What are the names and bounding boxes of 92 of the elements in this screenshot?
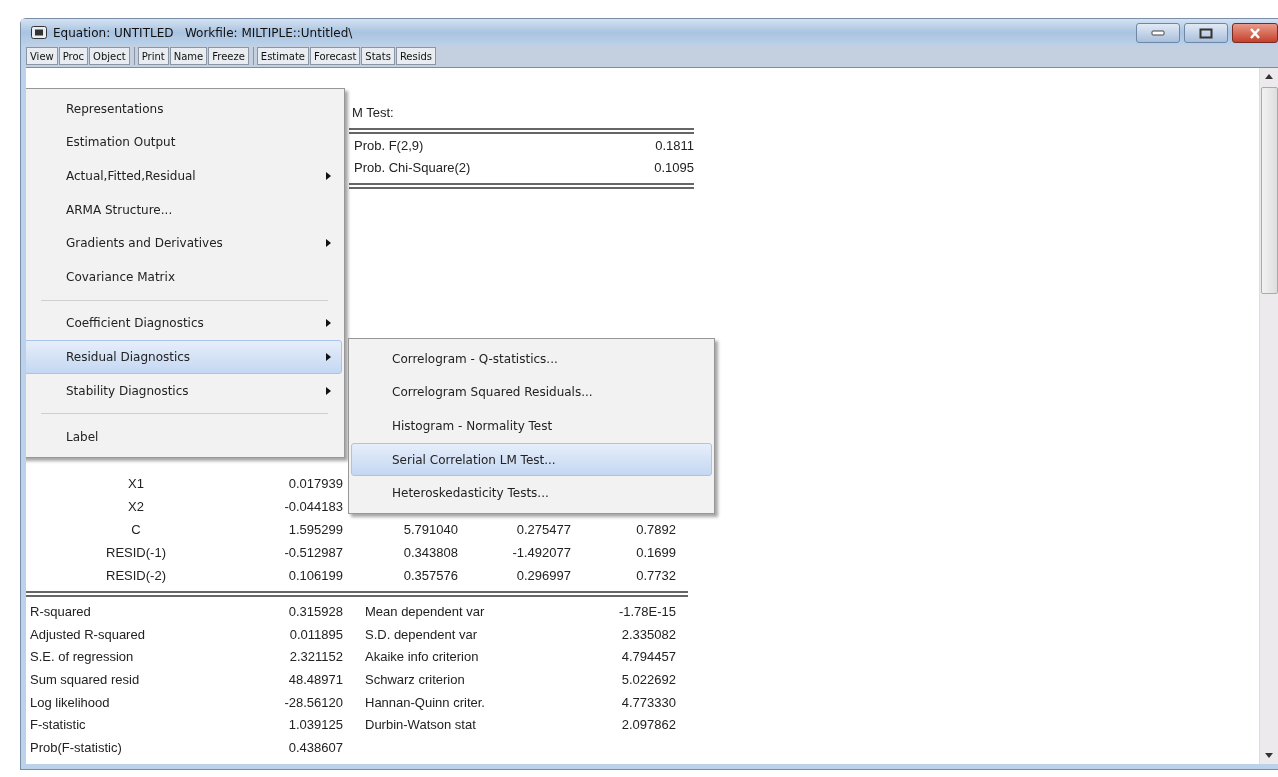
menu-item[interactable]: Gradients and Derivatives [26,226,342,260]
toolbar-button[interactable]: Forecast [310,47,361,65]
table-cell-text: 0.315928 [287,603,343,619]
menu-item[interactable]: Stability Diagnostics [26,373,342,408]
table-cell-text: 2.097862 [620,717,676,733]
table-cell-text: X2 [127,499,145,514]
menu-item[interactable]: Serial Correlation LM Test... [351,442,712,477]
scrollbar-thumb[interactable] [1260,87,1278,294]
table-cell-text: RESID(-1) [105,545,167,560]
output-text: M Test: [352,105,395,122]
table-cell-text: -0.512987 [283,545,343,560]
minimize-button[interactable] [1136,23,1180,43]
table-cell-text: Prob(F-statistic) [29,739,123,755]
table-cell-text: Adjusted R-squared [29,626,146,642]
table-cell: Prob. F(2,9) [354,137,424,153]
table-cell: Prob. Chi-Square(2) [354,159,471,175]
close-button[interactable] [1232,23,1278,43]
table-cell-text: Durbin-Watson stat [364,717,477,733]
toolbar-button[interactable]: Name [169,47,208,65]
vertical-scrollbar[interactable] [1259,68,1278,764]
maximize-icon [1199,27,1213,39]
table-cell: 0.1095 [654,159,694,175]
table-cell-text: 0.011895 [288,626,343,642]
table-cell-text: -28.56120 [283,694,343,710]
submenu-arrow-icon [326,172,331,180]
menu-item[interactable]: Label [26,420,342,454]
toolbar-button[interactable]: Stats [361,47,395,65]
table-cell-text: 0.1699 [635,545,676,560]
table-cell-text: 0.296997 [515,568,571,583]
window-icon [31,26,47,39]
table-cell-text: 5.791040 [402,522,458,537]
table-cell-text: 0.343808 [402,545,458,560]
table-cell-text: 48.48971 [287,671,343,687]
table-cell-text: 0.275477 [515,522,571,537]
table-cell-text: 5.022692 [620,671,676,687]
table-cell-text: R-squared [29,603,92,619]
table-cell-text: 0.7892 [635,522,676,537]
toolbar-button[interactable]: Freeze [208,47,249,65]
menu-item[interactable]: Heteroskedasticity Tests... [351,476,712,510]
menu-item[interactable]: ARMA Structure... [26,192,342,227]
table-cell-text: F-statistic [29,717,87,733]
scroll-down-icon[interactable] [1265,753,1273,758]
table-cell-text: 0.7732 [635,568,676,583]
menu-item[interactable]: Covariance Matrix [26,259,342,294]
menu-item[interactable]: Actual,Fitted,Residual [26,159,342,193]
table-cell: 0.1811 [655,137,694,153]
menu-item[interactable]: Correlogram - Q-statistics... [351,342,712,376]
toolbar-button[interactable]: View [26,47,58,65]
table-cell-text: 2.321152 [288,649,343,665]
table-cell-text: 1.039125 [287,717,343,733]
table-cell-text: S.E. of regression [29,649,135,665]
table-cell-text: S.D. dependent var [364,626,479,642]
table-cell-text: 0.438607 [287,739,343,755]
toolbar-button[interactable]: Print [137,47,169,65]
table-cell-text: 4.794457 [620,649,676,665]
table-cell-text: -1.492077 [511,545,571,560]
submenu-arrow-icon [326,319,331,328]
scroll-up-icon[interactable] [1265,74,1273,79]
table-cell-text: 4.773330 [620,694,676,710]
table-cell-text: X1 [127,476,145,491]
table-cell-text: -0.044183 [283,499,343,514]
maximize-button[interactable] [1184,23,1228,43]
window-title: Equation: UNTITLED Workfile: MILTIPLE::Untitled\ [53,25,353,40]
table-cell-text: 0.017939 [287,476,343,491]
minimize-icon [1151,30,1165,36]
menu-item[interactable]: Representations [26,92,342,126]
menu-item[interactable]: Histogram - Normality Test [351,409,712,443]
toolbar-button[interactable]: Resids [395,47,437,65]
table-cell-text: RESID(-2) [105,568,167,583]
menu-item[interactable]: Estimation Output [26,125,342,160]
submenu-arrow-icon [326,239,331,248]
table-cell-text: 0.106199 [287,568,343,583]
table-cell-text: Log likelihood [29,694,111,710]
toolbar-button[interactable]: Object [89,47,130,65]
table-cell-text: -1.78E-15 [617,603,676,619]
table-cell-text: Akaike info criterion [364,649,480,665]
table-cell-text: Sum squared resid [29,671,141,687]
toolbar-button[interactable]: Proc [58,47,89,65]
menu-item[interactable]: Residual Diagnostics [26,340,342,374]
table-cell-text: Schwarz criterion [364,671,466,687]
table-cell-text: Mean dependent var [364,603,486,619]
submenu-arrow-icon [326,352,331,361]
table-cell-text: Hannan-Quinn criter. [364,694,486,710]
table-cell-text: 2.335082 [620,626,676,642]
toolbar-button[interactable]: Estimate [256,47,309,65]
menu-item[interactable]: Correlogram Squared Residuals... [351,375,712,410]
submenu-arrow-icon [326,386,331,395]
table-cell-text: 0.357576 [402,568,458,583]
table-cell-text: 1.595299 [287,522,343,537]
table-cell-text: C [130,522,142,537]
menu-item[interactable]: Coefficient Diagnostics [26,306,342,341]
close-icon [1249,27,1261,39]
